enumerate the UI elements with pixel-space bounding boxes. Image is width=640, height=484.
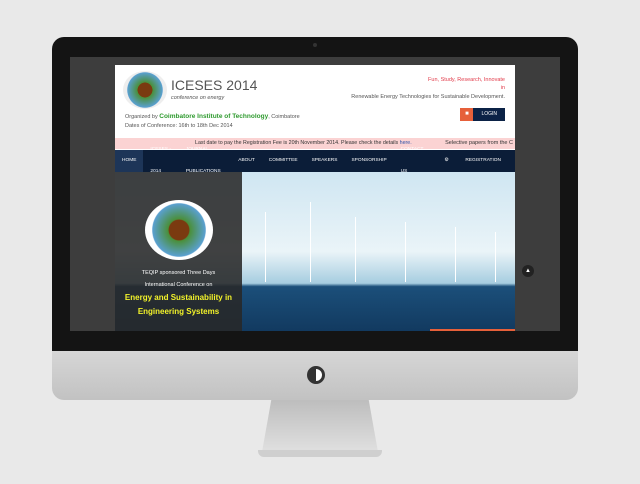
hero-line4: Engineering Systems (137, 307, 220, 316)
organizer-text: Organized by Coimbatore Institute of Tec… (125, 113, 300, 120)
tagline: Fun, Study, Research, Innovate (428, 77, 505, 83)
accent-line (430, 329, 515, 331)
conference-logo (123, 71, 167, 109)
scroll-top-button[interactable]: ▲ (522, 265, 534, 277)
tagline-sub: Renewable Energy Technologies for Sustai… (351, 94, 505, 100)
organizer-suffix: , Coimbatore (268, 114, 300, 120)
wind-turbine (265, 212, 266, 282)
nav-registration[interactable]: ⚙ REGISTRATION (430, 150, 515, 172)
nav-about[interactable]: ABOUT (231, 150, 262, 172)
nav-committee[interactable]: COMMITTEE (262, 150, 305, 172)
lock-icon: ■ (460, 108, 474, 121)
brand-logo-icon (307, 366, 325, 384)
monitor-stand (262, 400, 378, 452)
gear-icon: ⚙ (444, 158, 449, 163)
hero-line1: TEQIP sponsored Three Days (141, 270, 216, 276)
wind-turbine (310, 202, 311, 282)
hero-line3: Energy and Sustainability in (124, 293, 233, 302)
tagline-in: in (500, 85, 505, 91)
wind-turbine (355, 217, 356, 282)
wind-turbine (495, 232, 496, 282)
hero-logo (145, 200, 213, 260)
registration-label: REGISTRATION (465, 158, 501, 163)
conference-dates: Dates of Conference: 16th to 18th Dec 20… (125, 123, 233, 129)
website: ICESES 2014 conference on energy Organiz… (115, 65, 515, 331)
login-label: LOGIN (473, 108, 505, 121)
site-subtitle: conference on energy (171, 95, 225, 101)
ticker-text-2: Selective papers from the C (442, 138, 513, 149)
nav-home[interactable]: HOME (115, 150, 144, 172)
site-title: ICESES 2014 (171, 77, 258, 93)
hero-banner: TEQIP sponsored Three Days International… (115, 172, 515, 331)
main-nav: HOME ICESES - 2014 JOURNAL PUBLICATIONS … (115, 147, 515, 174)
nav-sponsorship[interactable]: SPONSORSHIP (344, 150, 393, 172)
wind-turbine (455, 227, 456, 282)
hero-overlay: TEQIP sponsored Three Days International… (115, 172, 242, 331)
monitor-base (258, 450, 382, 457)
login-button[interactable]: ■ LOGIN (460, 108, 505, 121)
camera (313, 43, 317, 47)
organizer-prefix: Organized by (125, 114, 160, 120)
monitor-screen: ICESES 2014 conference on energy Organiz… (70, 57, 560, 331)
organizer-name: Coimbatore Institute of Technology (159, 113, 269, 120)
hero-line2: International Conference on (144, 282, 213, 288)
nav-speakers[interactable]: SPEAKERS (305, 150, 345, 172)
wind-turbine (405, 222, 406, 282)
